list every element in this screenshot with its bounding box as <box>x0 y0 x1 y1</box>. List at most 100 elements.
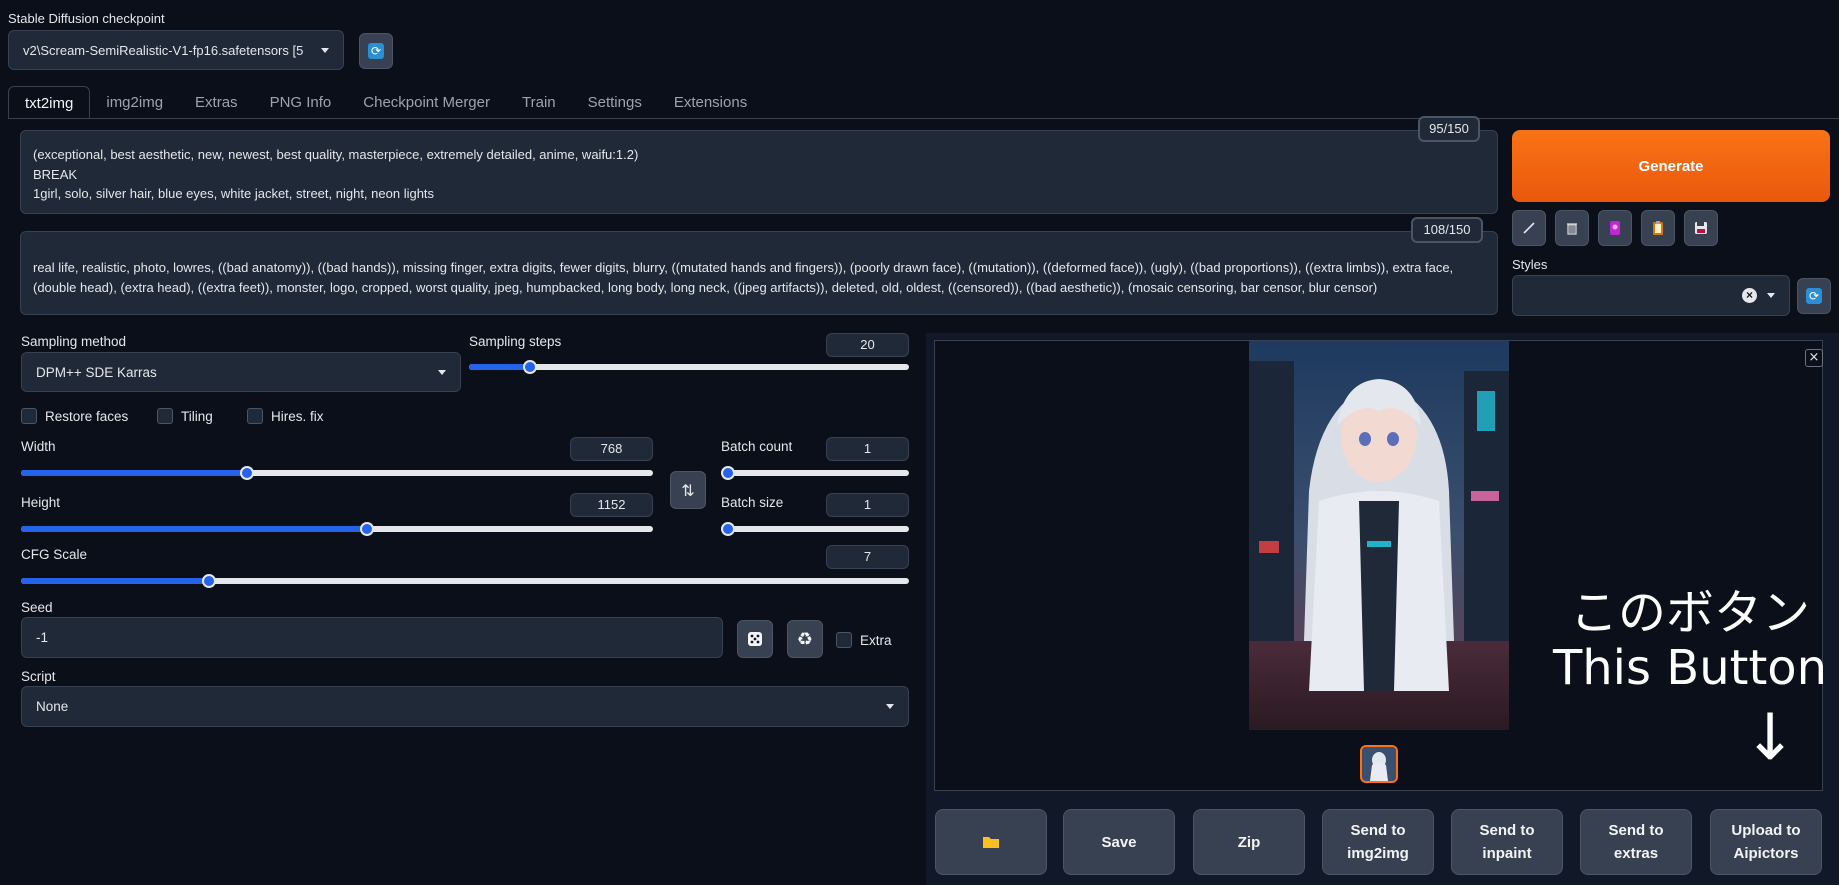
tab-txt2img[interactable]: txt2img <box>8 86 91 119</box>
sampling-steps-input[interactable]: 20 <box>826 333 909 357</box>
random-seed-button[interactable] <box>737 620 773 658</box>
prompt-token-counter: 95/150 <box>1418 116 1480 142</box>
close-icon[interactable]: × <box>1805 349 1823 367</box>
trash-icon <box>1567 223 1577 235</box>
extra-networks-button[interactable] <box>1598 210 1632 246</box>
batch-count-label: Batch count <box>721 439 793 454</box>
tab-checkpoint-merger[interactable]: Checkpoint Merger <box>347 86 506 119</box>
height-input[interactable]: 1152 <box>570 493 653 517</box>
sampling-method-value: DPM++ SDE Karras <box>36 364 157 380</box>
tab-img2img[interactable]: img2img <box>90 86 179 119</box>
sampling-method-label: Sampling method <box>21 334 127 349</box>
zip-button[interactable]: Zip <box>1193 809 1305 875</box>
slider-thumb[interactable] <box>240 466 255 480</box>
recycle-icon: ♻ <box>796 628 814 650</box>
refresh-icon: ⟳ <box>1806 288 1822 304</box>
tab-divider <box>8 118 1839 119</box>
chevron-down-icon <box>438 369 446 375</box>
checkpoint-refresh-button[interactable]: ⟳ <box>359 33 393 69</box>
slider-fill <box>21 526 367 532</box>
send-to-inpaint-button[interactable]: Send to inpaint <box>1451 809 1563 875</box>
paste-button[interactable] <box>1641 210 1675 246</box>
checkbox-box[interactable] <box>21 408 37 424</box>
cfg-scale-slider[interactable] <box>21 574 909 588</box>
hires-fix-checkbox[interactable]: Hires. fix <box>247 408 324 424</box>
tab-png-info[interactable]: PNG Info <box>254 86 348 119</box>
cfg-scale-input[interactable]: 7 <box>826 545 909 569</box>
slider-fill <box>469 364 531 370</box>
save-style-button[interactable] <box>1684 210 1718 246</box>
annotation-japanese: このボタン <box>1569 585 1810 641</box>
extra-seed-label: Extra <box>860 632 892 648</box>
batch-size-label: Batch size <box>721 495 784 510</box>
styles-select[interactable]: × <box>1512 275 1790 316</box>
annotation-english: This Button <box>1552 640 1828 696</box>
tab-settings[interactable]: Settings <box>572 86 658 119</box>
generated-image[interactable] <box>1249 341 1509 730</box>
script-value: None <box>36 699 69 714</box>
slider-thumb[interactable] <box>201 574 216 588</box>
checkbox-box[interactable] <box>247 408 263 424</box>
styles-label: Styles <box>1512 257 1548 272</box>
clipboard-icon <box>1653 221 1663 235</box>
batch-count-slider[interactable] <box>721 466 909 480</box>
height-label: Height <box>21 495 61 510</box>
restore-faces-checkbox[interactable]: Restore faces <box>21 408 128 424</box>
script-label: Script <box>21 669 56 684</box>
slider-thumb[interactable] <box>523 360 538 374</box>
batch-count-input[interactable]: 1 <box>826 437 909 461</box>
styles-refresh-button[interactable]: ⟳ <box>1797 278 1831 314</box>
restore-faces-label: Restore faces <box>45 408 129 424</box>
generated-image-art <box>1249 341 1509 730</box>
open-folder-button[interactable] <box>935 809 1047 875</box>
sampling-steps-slider[interactable] <box>469 360 909 374</box>
sampling-method-select[interactable]: DPM++ SDE Karras <box>21 352 461 392</box>
slider-thumb[interactable] <box>359 522 374 536</box>
negative-prompt-token-counter: 108/150 <box>1411 217 1483 243</box>
upload-to-aipictors-button[interactable]: Upload to Aipictors <box>1710 809 1822 875</box>
reuse-seed-button[interactable]: ♻ <box>787 620 823 658</box>
tiling-checkbox[interactable]: Tiling <box>157 408 213 424</box>
chevron-down-icon <box>886 704 894 709</box>
script-select[interactable]: None <box>21 686 909 727</box>
batch-size-slider[interactable] <box>721 522 909 536</box>
chevron-down-icon <box>1767 293 1775 298</box>
height-slider[interactable] <box>21 522 653 536</box>
tab-extensions[interactable]: Extensions <box>658 86 763 119</box>
save-button[interactable]: Save <box>1063 809 1175 875</box>
tab-train[interactable]: Train <box>506 86 572 119</box>
clear-icon[interactable]: × <box>1742 288 1757 303</box>
gallery-thumbnail[interactable] <box>1360 745 1398 783</box>
negative-prompt-input[interactable]: real life, realistic, photo, lowres, ((b… <box>20 231 1498 315</box>
send-to-img2img-button[interactable]: Send to img2img <box>1322 809 1434 875</box>
edit-button[interactable] <box>1512 210 1546 246</box>
slider-fill <box>21 578 209 584</box>
seed-input[interactable]: -1 <box>21 617 723 658</box>
chevron-down-icon <box>321 47 329 53</box>
checkpoint-value: v2\Scream-SemiRealistic-V1-fp16.safetens… <box>23 42 304 58</box>
tab-extras[interactable]: Extras <box>179 86 254 119</box>
checkbox-box[interactable] <box>836 632 852 648</box>
slider-thumb[interactable] <box>721 466 735 480</box>
folder-icon <box>983 837 999 848</box>
refresh-icon: ⟳ <box>368 43 384 59</box>
checkpoint-select[interactable]: v2\Scream-SemiRealistic-V1-fp16.safetens… <box>8 30 344 70</box>
prompt-input[interactable]: (exceptional, best aesthetic, new, newes… <box>20 130 1498 214</box>
swap-dimensions-button[interactable]: ⇅ <box>670 471 706 509</box>
send-to-extras-button[interactable]: Send to extras <box>1580 809 1692 875</box>
extra-seed-checkbox[interactable]: Extra <box>836 632 892 648</box>
sampling-steps-label: Sampling steps <box>469 334 562 349</box>
clear-prompt-button[interactable] <box>1555 210 1589 246</box>
width-label: Width <box>21 439 56 454</box>
width-input[interactable]: 768 <box>570 437 653 461</box>
seed-value: -1 <box>36 630 49 645</box>
checkbox-box[interactable] <box>157 408 173 424</box>
width-slider[interactable] <box>21 466 653 480</box>
slider-thumb[interactable] <box>721 522 735 536</box>
batch-size-input[interactable]: 1 <box>826 493 909 517</box>
dice-icon <box>748 632 762 646</box>
save-disk-icon <box>1695 222 1707 234</box>
toolbar <box>1512 210 1718 246</box>
pencil-icon <box>1523 222 1535 234</box>
generate-button[interactable]: Generate <box>1512 130 1830 202</box>
